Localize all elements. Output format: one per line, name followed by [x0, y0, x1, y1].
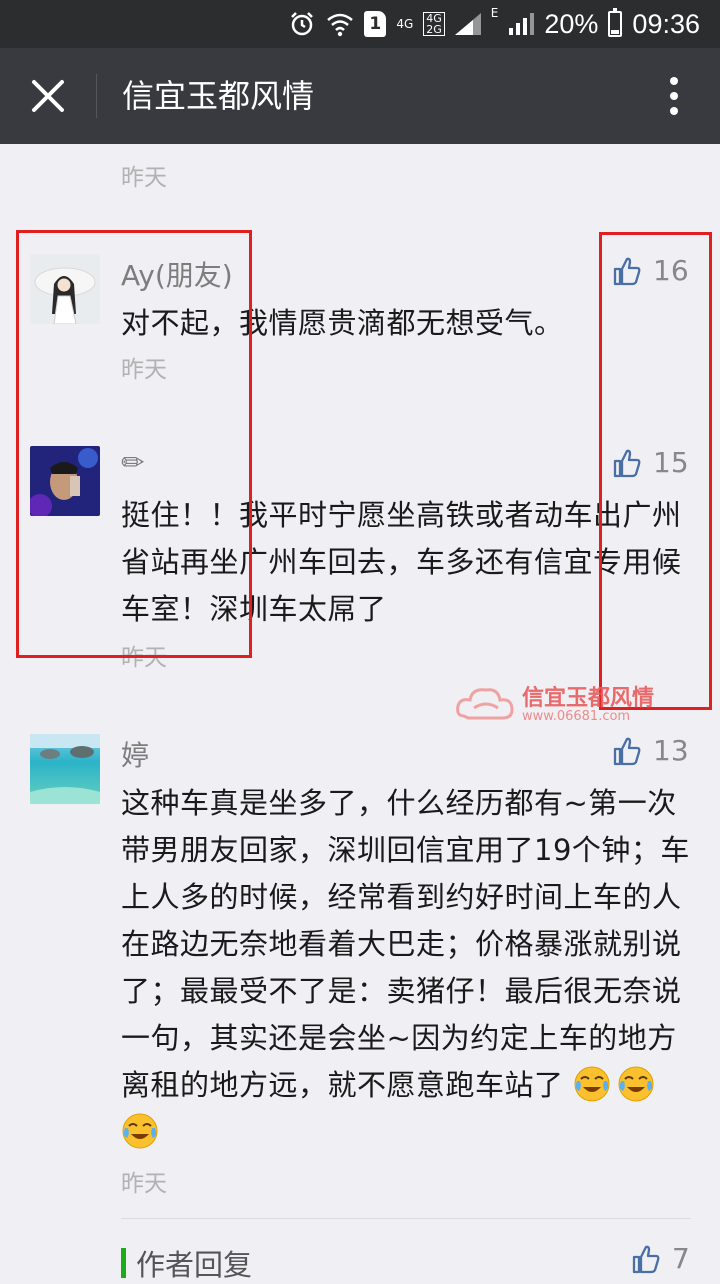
thumbs-up-icon [632, 1245, 660, 1273]
title-bar: 信宜玉都风情 [0, 48, 720, 144]
status-icons: 1 4G 4G 2G E 20% 09:36 [288, 6, 700, 42]
author-reply-label: 作者回复 [136, 1248, 253, 1282]
network-4g-label: 4G [396, 17, 414, 31]
cloud-logo-icon [456, 688, 514, 720]
author-reply-header: 作者回复 [121, 1242, 252, 1284]
like-button[interactable]: 13 [613, 734, 689, 767]
comment-text: 这种车真是坐多了，什么经历都有~第一次带男朋友回家，深圳回信宜用了19个钟；车上… [121, 780, 691, 1156]
battery-percent: 20% [544, 8, 599, 39]
like-count: 7 [672, 1242, 690, 1275]
divider [121, 1218, 691, 1219]
highlight-box-right [599, 232, 712, 710]
battery-icon [608, 8, 623, 37]
highlight-box-left [16, 230, 252, 658]
comment-nickname[interactable]: 婷 [121, 734, 149, 774]
avatar[interactable] [30, 734, 100, 804]
more-menu-button[interactable] [654, 74, 694, 118]
clock: 09:36 [632, 8, 700, 39]
crying-laughing-emoji-icon [122, 1113, 158, 1149]
status-bar: 1 4G 4G 2G E 20% 09:36 [0, 0, 720, 48]
network-e-label: E [490, 6, 499, 20]
watermark-title: 信宜玉都风情 [522, 685, 655, 711]
sim-slot-icon: 1 [364, 11, 387, 37]
thumbs-up-icon [613, 737, 641, 765]
title-divider [96, 74, 97, 118]
close-icon [32, 80, 64, 112]
prev-comment-time: 昨天 [121, 165, 167, 191]
crying-laughing-emoji-icon [618, 1066, 654, 1102]
page-title: 信宜玉都风情 [122, 77, 315, 115]
watermark: 信宜玉都风情 www.06681.com [454, 684, 654, 726]
crying-laughing-emoji-icon [574, 1066, 610, 1102]
comment-list[interactable]: 昨天 Ay(朋友) 对不起，我情愿贵滴都无想受气。 昨天 16 ✏ 挺住！！我平… [0, 144, 720, 1282]
network-4g2g-badge: 4G 2G [423, 12, 445, 36]
watermark-url: www.06681.com [522, 709, 631, 724]
more-vertical-icon [670, 77, 678, 115]
like-count: 13 [653, 734, 689, 767]
signal-icon [454, 13, 481, 35]
like-button[interactable]: 7 [632, 1242, 690, 1275]
signal-icon-2 [509, 13, 535, 35]
reply-accent-bar [121, 1248, 126, 1278]
close-button[interactable] [24, 72, 72, 120]
wifi-icon [327, 13, 354, 37]
alarm-icon [291, 12, 314, 36]
comment-time: 昨天 [121, 1171, 167, 1197]
